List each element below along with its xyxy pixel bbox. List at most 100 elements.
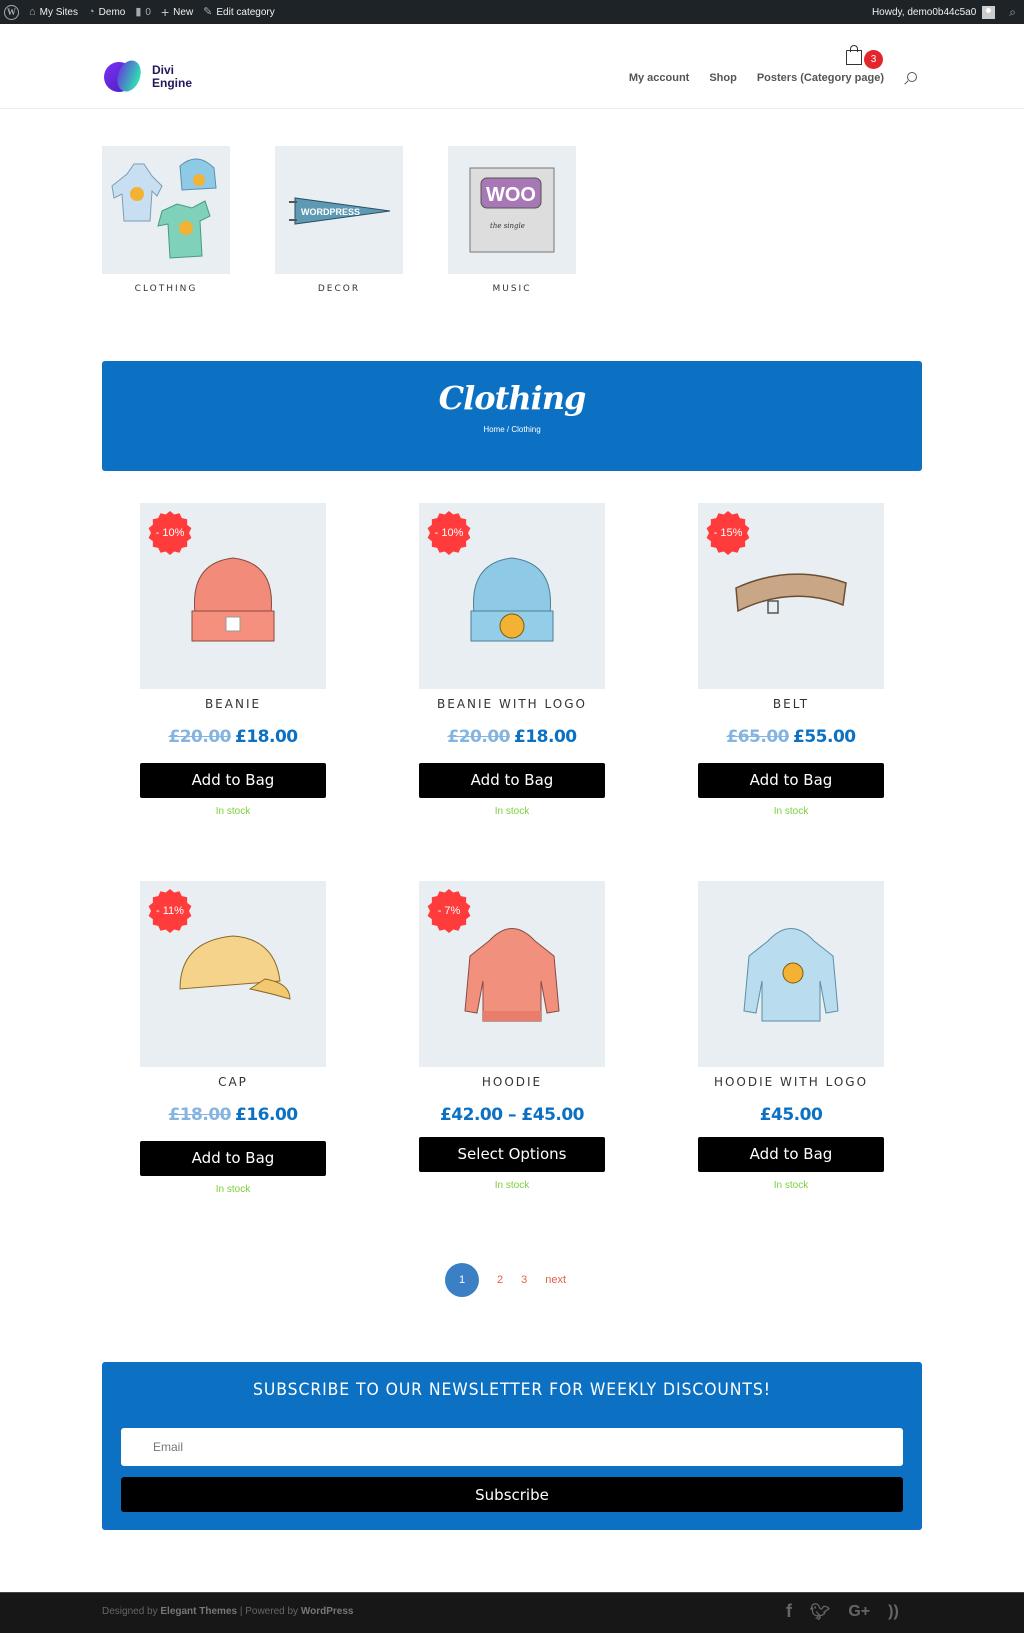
product-card: - 10% BEANIE £20.00 £18.00 Add to Bag In …	[140, 503, 326, 817]
page-current[interactable]: 1	[445, 1263, 479, 1297]
subscribe-button[interactable]: Subscribe	[121, 1477, 903, 1512]
stock-status: In stock	[773, 806, 809, 817]
cart-count-badge: 3	[864, 50, 883, 69]
svg-text:WOO: WOO	[486, 184, 536, 206]
nav-my-account[interactable]: My account	[629, 72, 690, 84]
user-avatar[interactable]	[982, 5, 996, 19]
svg-text:the single: the single	[490, 222, 525, 230]
sale-badge: - 7%	[427, 889, 471, 933]
product-image[interactable]	[698, 881, 884, 1067]
my-sites-label: My Sites	[39, 6, 78, 18]
logo-mark-icon	[104, 57, 148, 95]
google-plus-icon[interactable]: G+	[848, 1603, 870, 1621]
product-name[interactable]: HOODIE	[419, 1075, 605, 1089]
admin-bar: W ⌂ My Sites ◔ Demo ▮ 0 + New ✎ Edit cat…	[0, 0, 1024, 24]
product-card: - 15% BELT £65.00 £55.00 Add to Bag In st…	[698, 503, 884, 817]
sale-price: £45.00	[759, 1105, 823, 1125]
category-clothing[interactable]: CLOTHING	[102, 146, 230, 294]
search-icon[interactable]	[907, 72, 917, 82]
product-image[interactable]: - 15%	[698, 503, 884, 689]
page-link-2[interactable]: 2	[497, 1274, 503, 1286]
sale-badge: - 10%	[148, 511, 192, 555]
regular-price: £20.00	[447, 727, 510, 747]
product-image[interactable]: - 11%	[140, 881, 326, 1067]
page-title: Clothing	[438, 379, 587, 417]
product-image[interactable]: - 10%	[140, 503, 326, 689]
category-label: MUSIC	[492, 284, 532, 294]
regular-price: £20.00	[168, 727, 231, 747]
pencil-icon: ✎	[203, 5, 213, 18]
nav-shop[interactable]: Shop	[709, 72, 737, 84]
elegant-themes-link[interactable]: Elegant Themes	[160, 1606, 237, 1617]
site-name-label: Demo	[98, 6, 126, 18]
category-list: CLOTHING WORDPRESS DECOR WOO the single …	[102, 146, 576, 294]
product-card: - 7% HOODIE £42.00 – £45.00 Select Optio…	[419, 881, 605, 1195]
breadcrumb[interactable]: Home / Clothing	[102, 425, 922, 434]
product-image[interactable]: - 10%	[419, 503, 605, 689]
comments-menu[interactable]: ▮ 0	[135, 0, 151, 24]
stock-status: In stock	[494, 1180, 530, 1191]
main-nav: My account Shop Posters (Category page)	[629, 72, 884, 84]
product-price: £45.00	[698, 1105, 884, 1125]
product-grid: - 10% BEANIE £20.00 £18.00 Add to Bag In …	[140, 503, 885, 1195]
product-name[interactable]: HOODIE WITH LOGO	[698, 1075, 884, 1089]
sale-price: £55.00	[793, 727, 856, 747]
category-music[interactable]: WOO the single MUSIC	[448, 146, 576, 294]
facebook-icon[interactable]: f	[786, 1601, 792, 1622]
category-label: DECOR	[317, 284, 361, 294]
new-label: New	[173, 6, 194, 18]
sale-badge: - 11%	[148, 889, 192, 933]
plus-icon: +	[160, 4, 170, 20]
product-price: £20.00 £18.00	[419, 727, 605, 747]
rss-icon[interactable]: ))	[888, 1603, 899, 1621]
dashboard-icon: ◔	[88, 5, 95, 18]
pagination: 1 2 3 next	[445, 1263, 566, 1297]
product-price: £42.00 – £45.00	[419, 1105, 605, 1125]
wordpress-logo-icon: W	[4, 4, 19, 20]
page-next[interactable]: next	[545, 1274, 566, 1286]
stock-status: In stock	[215, 1184, 251, 1195]
wordpress-link[interactable]: WordPress	[301, 1606, 354, 1617]
product-name[interactable]: BELT	[698, 697, 884, 711]
product-price: £65.00 £55.00	[698, 727, 884, 747]
wordpress-menu[interactable]: W	[4, 0, 19, 24]
site-name-menu[interactable]: ◔ Demo	[88, 0, 125, 24]
newsletter-section: SUBSCRIBE TO OUR NEWSLETTER FOR WEEKLY D…	[102, 1362, 922, 1530]
edit-category-link[interactable]: ✎ Edit category	[203, 0, 275, 24]
admin-search-icon[interactable]: ⌕	[1009, 6, 1016, 18]
product-name[interactable]: BEANIE	[140, 697, 326, 711]
sale-price: £42.00 – £45.00	[439, 1105, 585, 1125]
product-price: £18.00 £16.00	[140, 1105, 326, 1125]
edit-category-label: Edit category	[216, 6, 275, 18]
site-footer: Designed by Elegant Themes | Powered by …	[0, 1592, 1024, 1633]
add-to-bag-button[interactable]: Add to Bag	[698, 763, 884, 798]
newsletter-title: SUBSCRIBE TO OUR NEWSLETTER FOR WEEKLY D…	[253, 1380, 771, 1400]
user-greeting[interactable]: Howdy, demo0b44c5a0	[872, 7, 976, 18]
product-name[interactable]: CAP	[140, 1075, 326, 1089]
my-sites-menu[interactable]: ⌂ My Sites	[29, 0, 78, 24]
twitter-icon[interactable]: 🐦︎	[810, 1602, 830, 1622]
cart-button[interactable]: 3	[846, 45, 886, 70]
product-card: - 10% BEANIE WITH LOGO £20.00 £18.00 Add …	[419, 503, 605, 817]
product-image[interactable]: - 7%	[419, 881, 605, 1067]
social-links: f 🐦︎ G+ ))	[786, 1601, 899, 1622]
new-content-menu[interactable]: + New	[161, 0, 193, 24]
add-to-bag-button[interactable]: Add to Bag	[419, 763, 605, 798]
regular-price: £65.00	[726, 727, 789, 747]
add-to-bag-button[interactable]: Add to Bag	[140, 763, 326, 798]
product-card: - 11% CAP £18.00 £16.00 Add to Bag In sto…	[140, 881, 326, 1195]
add-to-bag-button[interactable]: Add to Bag	[698, 1137, 884, 1172]
category-decor[interactable]: WORDPRESS DECOR	[275, 146, 403, 294]
product-name[interactable]: BEANIE WITH LOGO	[419, 697, 605, 711]
select-options-button[interactable]: Select Options	[419, 1137, 605, 1172]
stock-status: In stock	[215, 806, 251, 817]
site-logo[interactable]: Divi Engine	[104, 57, 192, 95]
email-input[interactable]	[121, 1428, 903, 1466]
comment-count: 0	[145, 6, 151, 18]
product-price: £20.00 £18.00	[140, 727, 326, 747]
stock-status: In stock	[494, 806, 530, 817]
add-to-bag-button[interactable]: Add to Bag	[140, 1141, 326, 1176]
page-link-3[interactable]: 3	[521, 1274, 527, 1286]
category-image: WORDPRESS	[275, 146, 403, 274]
nav-posters[interactable]: Posters (Category page)	[757, 72, 884, 84]
